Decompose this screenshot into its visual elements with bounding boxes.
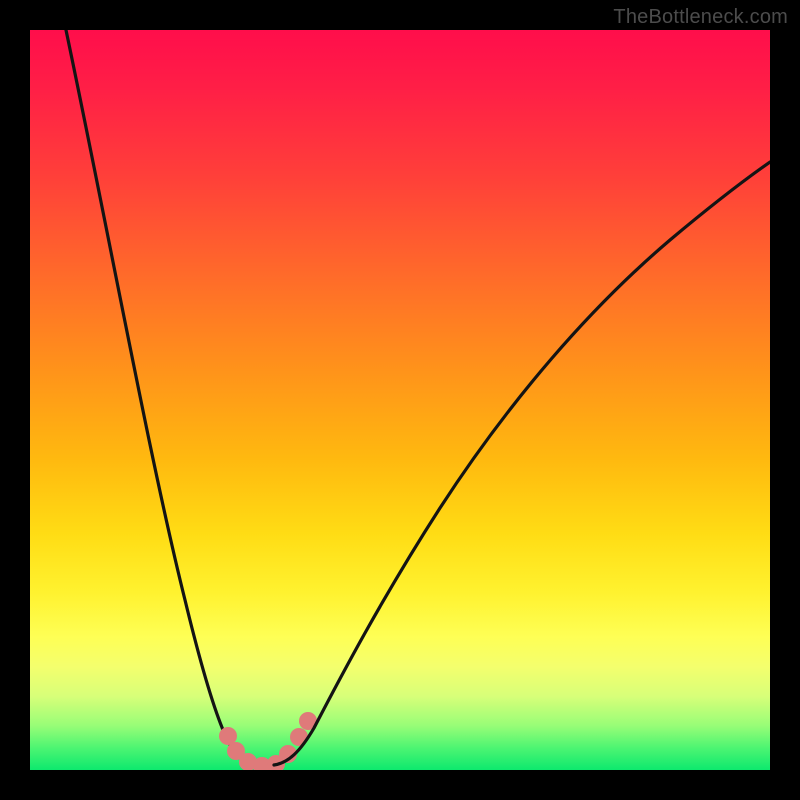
chart-frame: TheBottleneck.com: [0, 0, 800, 800]
plot-area: [30, 30, 770, 770]
bottleneck-curve: [30, 30, 770, 770]
trough-markers: [219, 712, 317, 770]
watermark-text: TheBottleneck.com: [613, 6, 788, 29]
